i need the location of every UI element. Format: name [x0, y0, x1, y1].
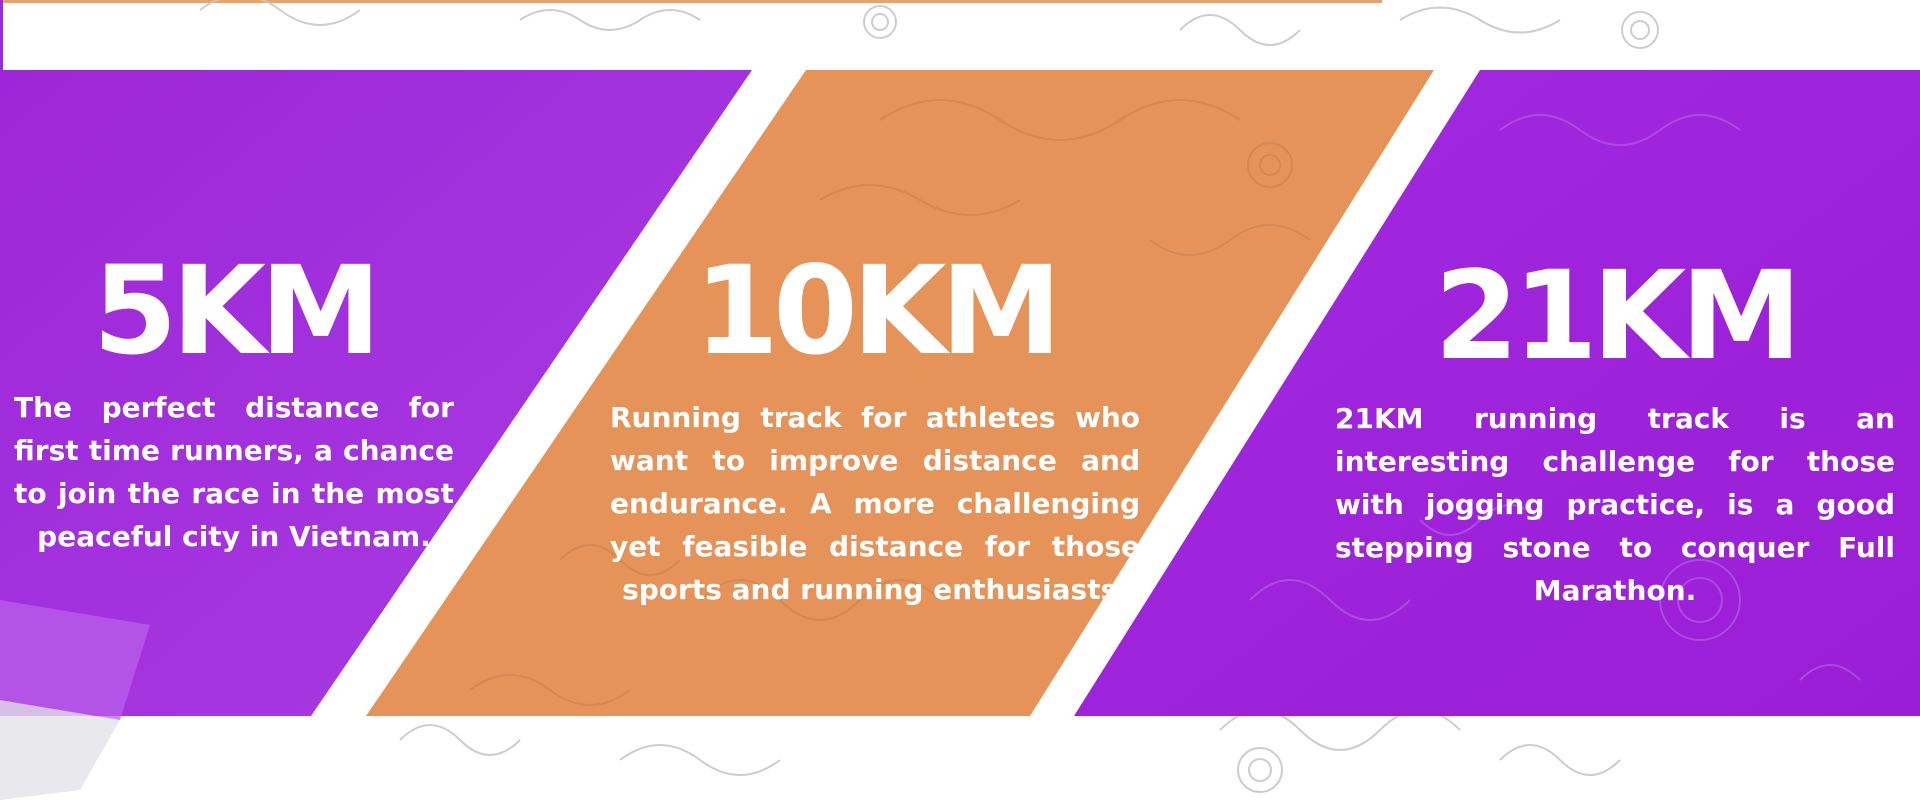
card-21km: 21KM 21KM running track is an interestin…	[1335, 255, 1895, 612]
card-description: 21KM running track is an interesting cha…	[1335, 402, 1895, 607]
card-title: 21KM	[1434, 245, 1802, 387]
distance-banner: 5KM The perfect distance for first time …	[0, 0, 1920, 800]
card-title: 10KM	[694, 240, 1062, 382]
card-title: 5KM	[92, 240, 382, 382]
card-description: Running track for athletes who want to i…	[610, 401, 1140, 606]
card-5km: 5KM The perfect distance for first time …	[14, 250, 454, 558]
card-10km: 10KM Running track for athletes who want…	[610, 250, 1140, 611]
card-description: The perfect distance for first time runn…	[14, 391, 454, 553]
